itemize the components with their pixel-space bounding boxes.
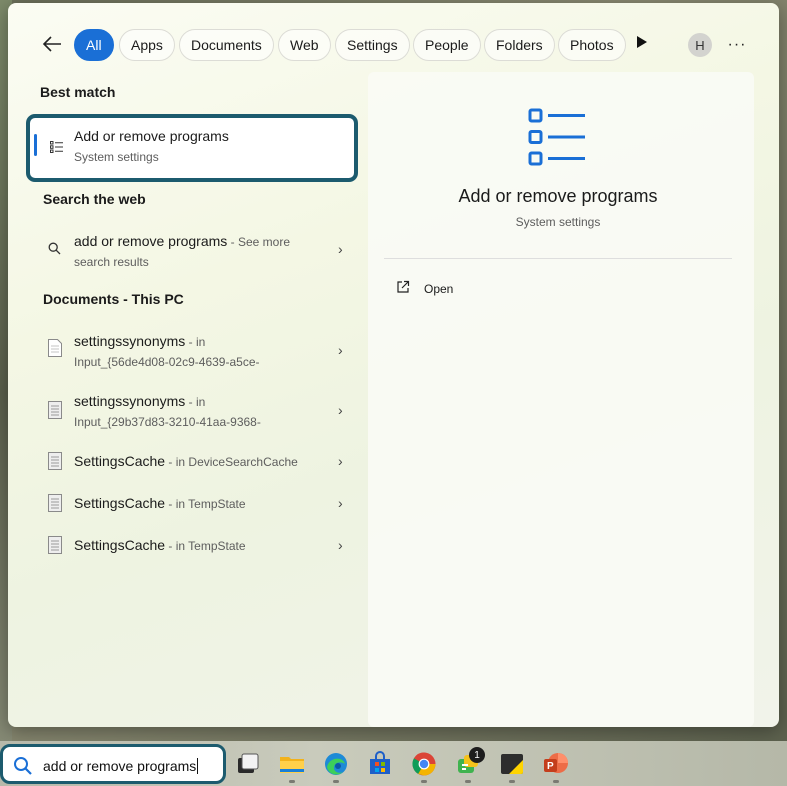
document-title: SettingsCache - in TempState (74, 537, 246, 553)
document-icon (48, 339, 62, 362)
search-icon (13, 756, 33, 781)
chevron-right-icon: › (338, 537, 343, 553)
list-icon (50, 140, 64, 158)
document-title: SettingsCache - in TempState (74, 495, 246, 511)
document-item[interactable]: settingssynonyms - in Input_{56de4d08-02… (38, 329, 358, 373)
web-result-title: add or remove programs - See more (74, 233, 290, 249)
document-path: Input_{56de4d08-02c9-4639-a5ce- (74, 355, 260, 369)
document-icon (48, 494, 62, 517)
back-arrow-icon[interactable] (40, 31, 64, 57)
taskbar-search-input[interactable]: add or remove programs (0, 744, 226, 784)
list-icon (528, 108, 586, 171)
chrome-icon[interactable] (411, 751, 437, 777)
chevron-right-icon: › (338, 342, 343, 358)
best-match-item[interactable]: Add or remove programs System settings (26, 114, 358, 182)
chip-folders[interactable]: Folders (484, 29, 555, 61)
taskbar: add or remove programs P (0, 741, 787, 786)
documents-heading: Documents - This PC (43, 291, 184, 307)
chevron-right-icon: › (338, 402, 343, 418)
search-icon (48, 242, 61, 260)
file-explorer-icon[interactable] (279, 751, 305, 777)
running-indicator (333, 780, 339, 783)
document-icon (48, 536, 62, 559)
document-item[interactable]: SettingsCache - in TempState › (38, 533, 358, 559)
search-web-heading: Search the web (43, 191, 146, 207)
chip-all[interactable]: All (74, 29, 114, 61)
search-query: add or remove programs (43, 758, 197, 774)
running-indicator (289, 780, 295, 783)
notification-badge: 1 (469, 747, 485, 763)
document-item[interactable]: SettingsCache - in TempState › (38, 491, 358, 517)
document-icon (48, 452, 62, 475)
chip-web[interactable]: Web (278, 29, 331, 61)
chevron-right-icon: › (338, 453, 343, 469)
chip-documents[interactable]: Documents (179, 29, 274, 61)
preview-pane: Add or remove programs System settings O… (368, 72, 754, 727)
start-search-panel: All Apps Documents Web Settings People F… (8, 3, 779, 727)
edge-icon[interactable] (323, 751, 349, 777)
open-external-icon (396, 280, 410, 299)
best-match-heading: Best match (40, 84, 116, 100)
web-result-item[interactable]: add or remove programs - See more search… (38, 229, 358, 271)
task-view-icon[interactable] (235, 751, 261, 777)
document-title: SettingsCache - in DeviceSearchCache (74, 453, 298, 469)
running-indicator (553, 780, 559, 783)
powerpoint-icon[interactable]: P (543, 751, 569, 777)
running-indicator (465, 780, 471, 783)
document-item[interactable]: SettingsCache - in DeviceSearchCache › (38, 449, 358, 475)
running-indicator (509, 780, 515, 783)
open-button[interactable]: Open (396, 278, 516, 300)
preview-subtitle: System settings (515, 215, 601, 229)
document-path: Input_{29b37d83-3210-41aa-9368- (74, 415, 261, 429)
document-icon (48, 401, 62, 424)
svg-text:P: P (547, 761, 554, 772)
divider (384, 258, 732, 259)
selection-indicator (34, 134, 37, 156)
store-icon[interactable] (367, 751, 393, 777)
web-result-subtitle: search results (74, 255, 149, 269)
best-match-subtitle: System settings (74, 150, 159, 164)
sticky-notes-icon[interactable] (499, 751, 525, 777)
chip-apps[interactable]: Apps (119, 29, 175, 61)
document-item[interactable]: settingssynonyms - in Input_{29b37d83-32… (38, 389, 358, 433)
chip-settings[interactable]: Settings (335, 29, 410, 61)
more-options-button[interactable]: ··· (726, 35, 748, 55)
running-indicator (421, 780, 427, 783)
chip-people[interactable]: People (413, 29, 481, 61)
play-icon[interactable] (636, 35, 654, 55)
preview-title: Add or remove programs (458, 186, 658, 206)
best-match-title: Add or remove programs (74, 128, 229, 144)
text-caret (197, 758, 199, 774)
filter-bar: All Apps Documents Web Settings People F… (8, 29, 779, 61)
document-title: settingssynonyms - in (74, 333, 206, 349)
open-label: Open (424, 282, 454, 296)
chip-photos[interactable]: Photos (558, 29, 626, 61)
document-title: settingssynonyms - in (74, 393, 206, 409)
chevron-right-icon: › (338, 241, 343, 257)
chevron-right-icon: › (338, 495, 343, 511)
avatar[interactable]: H (688, 33, 712, 57)
